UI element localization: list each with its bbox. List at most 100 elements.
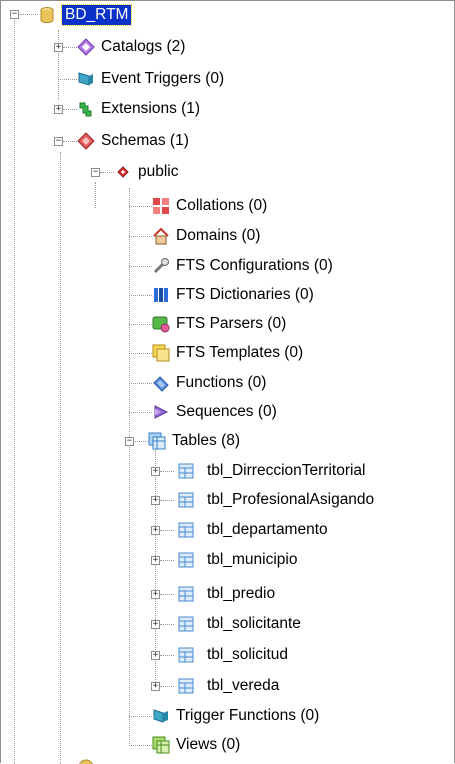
tree-node-fts-configurations[interactable]: FTS Configurations (0): [152, 253, 333, 279]
tree-guide-line: [100, 172, 114, 173]
tree-node-database[interactable]: BD_RTM: [38, 2, 133, 28]
tree-guide-line: [60, 152, 61, 764]
tree-guide-line: [133, 441, 148, 442]
tree-guide-line: [129, 324, 152, 325]
expand-toggle[interactable]: +: [151, 467, 160, 476]
tree-node-table[interactable]: tbl_DirreccionTerritorial: [177, 458, 366, 484]
table-label: tbl_ProfesionalAsigando: [207, 491, 375, 508]
tree-node-public-schema[interactable]: public: [114, 159, 179, 185]
tables-label: Tables (8): [172, 432, 241, 449]
views-label: Views (0): [176, 736, 241, 753]
table-icon: [177, 491, 195, 509]
table-label: tbl_departamento: [207, 521, 328, 538]
expand-toggle[interactable]: +: [151, 620, 160, 629]
fts-templates-label: FTS Templates (0): [176, 344, 304, 361]
collapse-toggle[interactable]: −: [125, 437, 134, 446]
functions-label: Functions (0): [176, 374, 267, 391]
expand-toggle[interactable]: +: [151, 651, 160, 660]
tree-node-table[interactable]: tbl_ProfesionalAsigando: [177, 487, 374, 513]
tree-node-extensions[interactable]: Extensions (1): [77, 96, 200, 122]
expand-toggle[interactable]: +: [151, 556, 160, 565]
extension-icon: [77, 100, 95, 118]
table-icon: [177, 521, 195, 539]
domains-label: Domains (0): [176, 227, 261, 244]
view-icon: [152, 736, 170, 754]
tree-node-table[interactable]: tbl_vereda: [177, 673, 279, 699]
tree-node-fts-templates[interactable]: FTS Templates (0): [152, 340, 303, 366]
tree-guide-line: [160, 560, 174, 561]
sequences-label: Sequences (0): [176, 403, 277, 420]
tree-node-fts-dictionaries[interactable]: FTS Dictionaries (0): [152, 282, 314, 308]
collapse-toggle[interactable]: −: [54, 137, 63, 146]
fts-dictionaries-label: FTS Dictionaries (0): [176, 286, 314, 303]
tree-guide-line: [129, 236, 152, 237]
table-icon: [177, 677, 195, 695]
tree-node-table[interactable]: tbl_municipio: [177, 547, 297, 573]
tree-guide-line: [129, 266, 152, 267]
expand-toggle[interactable]: +: [54, 43, 63, 52]
tree-node-trigger-functions[interactable]: Trigger Functions (0): [152, 703, 319, 729]
tree-guide-line: [129, 295, 152, 296]
table-icon: [177, 615, 195, 633]
fts-dictionary-icon: [152, 286, 170, 304]
schemas-icon: [77, 132, 95, 150]
tree-node-schemas[interactable]: Schemas (1): [77, 128, 189, 154]
fts-template-icon: [152, 344, 170, 362]
tree-node-event-triggers[interactable]: Event Triggers (0): [77, 66, 224, 92]
expand-toggle[interactable]: +: [54, 105, 63, 114]
table-icon: [177, 646, 195, 664]
database-icon: [38, 6, 56, 24]
tree-node-views[interactable]: Views (0): [152, 732, 240, 758]
expand-toggle[interactable]: +: [151, 526, 160, 535]
tree-guide-line: [129, 188, 130, 746]
tree-guide-line: [160, 530, 174, 531]
tables-icon: [148, 432, 166, 450]
table-icon: [177, 462, 195, 480]
table-label: tbl_municipio: [207, 551, 298, 568]
tree-node-fts-parsers[interactable]: FTS Parsers (0): [152, 311, 286, 337]
fts-configurations-label: FTS Configurations (0): [176, 257, 333, 274]
tree-node-table[interactable]: tbl_solicitante: [177, 611, 301, 637]
tree-node-table[interactable]: tbl_departamento: [177, 517, 328, 543]
trigger-functions-label: Trigger Functions (0): [176, 707, 320, 724]
fts-parser-icon: [152, 315, 170, 333]
tree-node-table[interactable]: tbl_predio: [177, 581, 275, 607]
schema-icon: [114, 163, 132, 181]
tree-guide-line: [95, 182, 96, 208]
tree-node-tables[interactable]: Tables (8): [148, 428, 240, 454]
tree-guide-line: [160, 471, 174, 472]
tree-guide-line: [129, 383, 152, 384]
fts-parsers-label: FTS Parsers (0): [176, 315, 287, 332]
table-label: tbl_predio: [207, 585, 276, 602]
tree-guide-line: [129, 412, 152, 413]
object-browser-tree[interactable]: − BD_RTM + Catalogs (2) Event Triggers (…: [0, 0, 455, 764]
collapse-toggle[interactable]: −: [91, 168, 100, 177]
fts-configuration-icon: [152, 257, 170, 275]
expand-toggle[interactable]: +: [151, 496, 160, 505]
tree-guide-line: [160, 655, 174, 656]
domain-icon: [152, 227, 170, 245]
tree-node-catalogs[interactable]: Catalogs (2): [77, 34, 185, 60]
partial-node-icon: [77, 758, 95, 764]
tree-node-functions[interactable]: Functions (0): [152, 370, 266, 396]
tree-guide-line: [160, 500, 174, 501]
collation-icon: [152, 197, 170, 215]
tree-node-sequences[interactable]: Sequences (0): [152, 399, 277, 425]
tree-guide-line: [58, 79, 77, 80]
tree-guide-line: [63, 47, 77, 48]
table-icon: [177, 551, 195, 569]
collapse-toggle[interactable]: −: [10, 10, 19, 19]
extensions-label: Extensions (1): [101, 100, 201, 117]
event-triggers-label: Event Triggers (0): [101, 70, 225, 87]
table-icon: [177, 585, 195, 603]
trigger-function-icon: [152, 707, 170, 725]
expand-toggle[interactable]: +: [151, 682, 160, 691]
expand-toggle[interactable]: +: [151, 590, 160, 599]
table-label: tbl_solicitud: [207, 646, 288, 663]
tree-node-table[interactable]: tbl_solicitud: [177, 642, 288, 668]
tree-guide-line: [160, 686, 174, 687]
tree-node-collations[interactable]: Collations (0): [152, 193, 267, 219]
tree-node-domains[interactable]: Domains (0): [152, 223, 260, 249]
function-icon: [152, 374, 170, 392]
catalogs-label: Catalogs (2): [101, 38, 186, 55]
